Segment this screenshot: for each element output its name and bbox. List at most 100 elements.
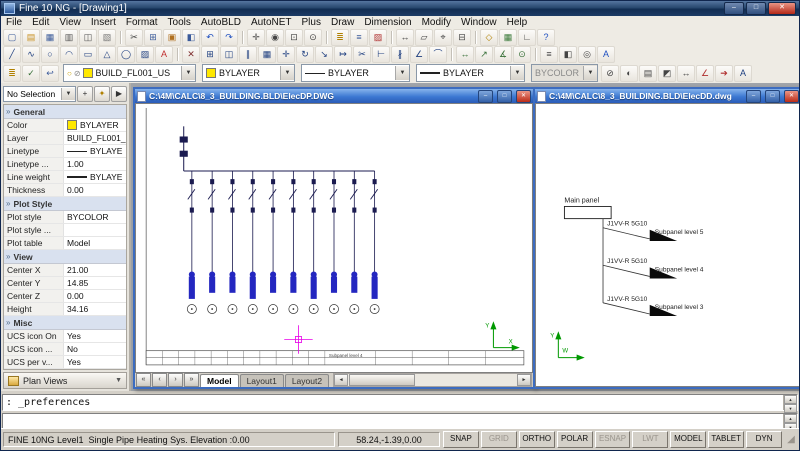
selection-combo[interactable]: No Selection ▼ xyxy=(3,86,76,102)
dim-radius-icon[interactable]: ⊙ xyxy=(513,46,531,63)
prop-value[interactable]: 1.00 xyxy=(64,158,126,170)
leader-icon[interactable]: ➔ xyxy=(715,65,733,82)
undo-icon[interactable]: ↶ xyxy=(201,29,219,46)
linetype-combo[interactable]: BYLAYER ▼ xyxy=(301,64,410,82)
orbit-icon[interactable]: ◐ xyxy=(620,65,638,82)
arc-icon[interactable]: ◠ xyxy=(60,46,78,63)
layers-icon[interactable]: ≣ xyxy=(331,29,349,46)
prop-section-plot-style[interactable]: »Plot Style xyxy=(4,197,126,211)
chevron-down-icon[interactable]: ▼ xyxy=(395,66,409,80)
new-icon[interactable]: ▢ xyxy=(3,29,21,46)
status-toggle-snap[interactable]: SNAP xyxy=(443,431,479,448)
lock-toolbar-icon[interactable]: ⊘ xyxy=(601,65,619,82)
rectangle-icon[interactable]: ▭ xyxy=(79,46,97,63)
next-layout-button[interactable]: › xyxy=(168,373,183,387)
menu-modify[interactable]: Modify xyxy=(417,17,456,28)
calculator-icon[interactable]: ⊟ xyxy=(453,29,471,46)
prop-row[interactable]: Line weightBYLAYE xyxy=(4,171,126,184)
text-icon[interactable]: A xyxy=(155,46,173,63)
paste-icon[interactable]: ▣ xyxy=(163,29,181,46)
line-icon[interactable]: ╱ xyxy=(3,46,21,63)
prop-value[interactable]: BYLAYE xyxy=(64,171,126,183)
zoom-realtime-icon[interactable]: ◉ xyxy=(266,29,284,46)
prop-value[interactable] xyxy=(64,224,126,236)
prop-value[interactable]: BYLAYE xyxy=(64,145,126,157)
prop-row[interactable]: Plot styleBYCOLOR xyxy=(4,211,126,224)
collapse-icon[interactable]: » xyxy=(6,252,10,261)
prop-row[interactable]: UCS per v...Yes xyxy=(4,356,126,369)
menu-help[interactable]: Help xyxy=(502,17,533,28)
minimize-button[interactable]: – xyxy=(724,2,744,15)
tab-model[interactable]: Model xyxy=(200,374,239,387)
prop-value[interactable]: 0.00 xyxy=(64,290,126,302)
menu-autonet[interactable]: AutoNET xyxy=(246,17,297,28)
font-icon[interactable]: A xyxy=(734,65,752,82)
dim-angular-icon[interactable]: ∡ xyxy=(494,46,512,63)
close-button[interactable]: ✕ xyxy=(516,90,531,103)
osnap-icon[interactable]: ◇ xyxy=(480,29,498,46)
layer-states-icon[interactable]: ≡ xyxy=(350,29,368,46)
offset-icon[interactable]: ∥ xyxy=(239,46,257,63)
scroll-up-icon[interactable]: ▲ xyxy=(784,395,797,404)
coordinates-display[interactable]: 58.24,-1.39,0.00 xyxy=(338,432,440,447)
tab-layout2[interactable]: Layout2 xyxy=(285,374,329,387)
quick-select-button[interactable]: ✦ xyxy=(94,86,110,102)
erase-icon[interactable]: ✕ xyxy=(182,46,200,63)
status-toggle-polar[interactable]: POLAR xyxy=(557,431,593,448)
ellipse-icon[interactable]: ◯ xyxy=(117,46,135,63)
chevron-down-icon[interactable]: ▼ xyxy=(61,88,75,100)
command-input-text[interactable] xyxy=(3,414,783,429)
drawing-canvas-elecdp[interactable]: Subpanel level 4 xyxy=(135,103,533,373)
ortho-toggle-icon[interactable]: ∟ xyxy=(518,29,536,46)
menu-file[interactable]: File xyxy=(1,17,27,28)
command-history[interactable]: : _preferences ▲ ▼ xyxy=(2,394,798,411)
plot-icon[interactable]: ▥ xyxy=(60,29,78,46)
measure-icon[interactable]: ↔ xyxy=(677,65,695,82)
prop-row[interactable]: Linetype ...1.00 xyxy=(4,158,126,171)
status-toggle-dyn[interactable]: DYN xyxy=(746,431,782,448)
id-point-icon[interactable]: ⌖ xyxy=(434,29,452,46)
properties-icon[interactable]: ≡ xyxy=(540,46,558,63)
status-toggle-ortho[interactable]: ORTHO xyxy=(519,431,555,448)
prop-row[interactable]: UCS icon OnYes xyxy=(4,330,126,343)
collapse-icon[interactable]: » xyxy=(6,318,10,327)
minimize-button[interactable]: – xyxy=(478,90,493,103)
chevron-down-icon[interactable]: ▼ xyxy=(510,66,524,80)
prop-row[interactable]: Center Z0.00 xyxy=(4,290,126,303)
copy-icon[interactable]: ⊞ xyxy=(144,29,162,46)
menu-dimension[interactable]: Dimension xyxy=(359,17,416,28)
angle-icon[interactable]: ∠ xyxy=(696,65,714,82)
named-views-icon[interactable]: ▤ xyxy=(639,65,657,82)
trim-icon[interactable]: ✂ xyxy=(353,46,371,63)
prop-row[interactable]: LayerBUILD_FL001_ xyxy=(4,132,126,145)
prop-value[interactable]: Model xyxy=(64,237,126,249)
scroll-right-icon[interactable]: ► xyxy=(517,374,531,386)
menu-draw[interactable]: Draw xyxy=(326,17,359,28)
scroll-up-icon[interactable]: ▲ xyxy=(784,414,797,423)
status-toggle-tablet[interactable]: TABLET xyxy=(708,431,744,448)
lineweight-combo[interactable]: BYLAYER ▼ xyxy=(416,64,525,82)
layer-combo[interactable]: ○ ⊘ BUILD_FL001_US ▼ xyxy=(63,64,196,82)
cut-icon[interactable]: ✂ xyxy=(125,29,143,46)
tab-layout1[interactable]: Layout1 xyxy=(240,374,284,387)
save-icon[interactable]: ▦ xyxy=(41,29,59,46)
fillet-icon[interactable]: ⌒ xyxy=(429,46,447,63)
prop-value[interactable]: Yes xyxy=(64,356,126,368)
status-toggle-esnap[interactable]: ESNAP xyxy=(595,431,631,448)
layer-properties-icon[interactable]: ≣ xyxy=(3,65,21,82)
restore-button[interactable]: □ xyxy=(746,2,766,15)
area-icon[interactable]: ▱ xyxy=(415,29,433,46)
polygon-icon[interactable]: △ xyxy=(98,46,116,63)
make-layer-current-icon[interactable]: ✓ xyxy=(22,65,40,82)
menu-insert[interactable]: Insert xyxy=(86,17,121,28)
first-layout-button[interactable]: « xyxy=(136,373,151,387)
menu-format[interactable]: Format xyxy=(121,17,163,28)
prop-value[interactable]: Yes xyxy=(64,330,126,342)
help-icon[interactable]: ? xyxy=(537,29,555,46)
prop-value[interactable]: 0.00 xyxy=(64,184,126,196)
resize-grip[interactable]: ◢ xyxy=(785,432,797,447)
extend-icon[interactable]: ⊢ xyxy=(372,46,390,63)
match-properties-icon[interactable]: ◧ xyxy=(182,29,200,46)
prop-row[interactable]: UCS icon ...No xyxy=(4,343,126,356)
chevron-down-icon[interactable]: ▼ xyxy=(181,66,195,80)
